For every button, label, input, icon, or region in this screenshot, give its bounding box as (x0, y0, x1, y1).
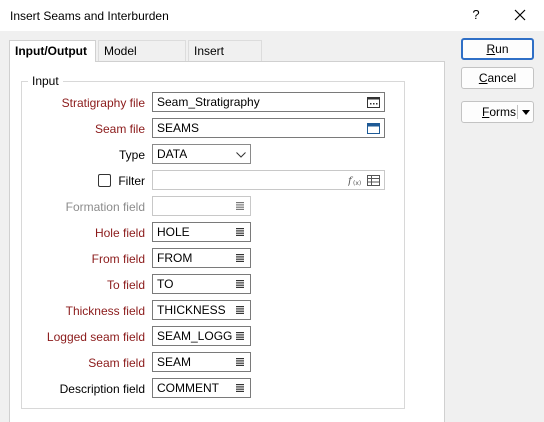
forms-label: Forms (482, 105, 516, 119)
hole-field-label: Hole field (94, 226, 145, 240)
tab-input-output[interactable]: Input/Output (9, 40, 96, 62)
field-list-icon[interactable] (236, 332, 244, 340)
close-icon (514, 9, 526, 21)
table-file-icon[interactable] (367, 123, 380, 134)
dropdown-chevron-icon (236, 152, 246, 158)
to-field-value: TO (157, 277, 174, 291)
seam-field-value: SEAM (157, 355, 192, 369)
field-list-icon[interactable] (236, 358, 244, 366)
type-select[interactable]: DATA (152, 144, 251, 164)
cancel-label: ancel (487, 71, 517, 85)
field-list-icon[interactable] (236, 254, 244, 262)
forms-button[interactable]: Forms (461, 101, 534, 123)
tab-model-thickness[interactable]: Model Thickness (98, 40, 186, 78)
field-list-icon[interactable] (236, 306, 244, 314)
thickness-field-label: Thickness field (65, 304, 145, 318)
stratigraphy-file-input[interactable]: Seam_Stratigraphy (152, 92, 385, 112)
field-list-icon[interactable] (236, 384, 244, 392)
hole-field-value: HOLE (157, 225, 190, 239)
seam-field-input[interactable]: SEAM (152, 352, 251, 372)
filter-input[interactable]: f (x) (152, 170, 385, 190)
seam-file-input[interactable]: SEAMS (152, 118, 385, 138)
forms-button-separator (517, 105, 518, 119)
seam-field-label: Seam field (88, 356, 145, 370)
help-button[interactable]: ? (463, 2, 489, 28)
from-field-value: FROM (157, 251, 193, 265)
cancel-button[interactable]: Cancel (461, 67, 534, 89)
from-field-input[interactable]: FROM (152, 248, 251, 268)
dropdown-arrow-icon[interactable] (522, 110, 530, 115)
description-field-label: Description field (59, 382, 145, 396)
stratigraphy-file-value: Seam_Stratigraphy (157, 95, 260, 109)
close-button[interactable] (502, 2, 538, 28)
filter-table-icon[interactable] (367, 175, 380, 186)
field-list-icon[interactable] (236, 228, 244, 236)
thickness-field-input[interactable]: THICKNESS (152, 300, 251, 320)
type-value: DATA (157, 147, 188, 161)
input-group-legend: Input (28, 74, 63, 88)
tab-insert-missing[interactable]: Insert Missing (188, 40, 262, 78)
title-bar: Insert Seams and Interburden ? (0, 0, 544, 32)
stratigraphy-file-label: Stratigraphy file (61, 96, 145, 110)
logged-seam-field-label: Logged seam field (46, 330, 145, 344)
run-button[interactable]: Run (461, 38, 534, 60)
thickness-field-value: THICKNESS (157, 303, 226, 317)
to-field-input[interactable]: TO (152, 274, 251, 294)
run-label: un (495, 42, 509, 56)
browse-icon[interactable] (367, 97, 380, 108)
forms-label-rest: orms (489, 105, 517, 119)
to-field-label: To field (106, 278, 145, 292)
formation-field-input[interactable] (152, 196, 251, 216)
formation-field-label: Formation field (65, 200, 145, 214)
logged-seam-field-value: SEAM_LOGGED (157, 329, 233, 343)
description-field-value: COMMENT (157, 381, 219, 395)
seam-file-label: Seam file (94, 122, 145, 136)
field-list-icon[interactable] (236, 280, 244, 288)
function-icon[interactable]: f (x) (348, 174, 362, 186)
from-field-label: From field (91, 252, 145, 266)
type-label: Type (118, 148, 145, 162)
seam-file-value: SEAMS (157, 121, 200, 135)
field-list-icon[interactable] (236, 202, 244, 210)
svg-text:(x): (x) (353, 180, 361, 186)
filter-checkbox[interactable] (98, 174, 111, 187)
run-mnemonic: R (486, 42, 496, 56)
window-title: Insert Seams and Interburden (10, 9, 169, 23)
hole-field-input[interactable]: HOLE (152, 222, 251, 242)
logged-seam-field-input[interactable]: SEAM_LOGGED (152, 326, 251, 346)
description-field-input[interactable]: COMMENT (152, 378, 251, 398)
filter-label: Filter (118, 174, 145, 188)
